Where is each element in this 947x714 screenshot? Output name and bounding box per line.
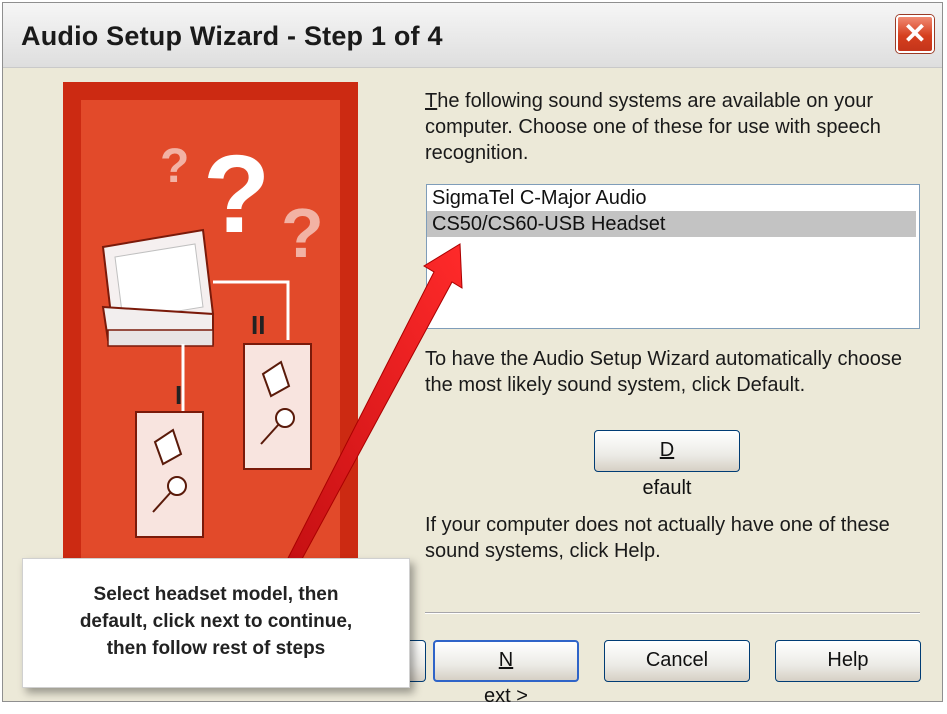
svg-text:I: I bbox=[175, 380, 182, 410]
default-label: efault bbox=[642, 477, 692, 499]
callout-line-3: then follow rest of steps bbox=[106, 638, 326, 659]
title-bar[interactable]: Audio Setup Wizard - Step 1 of 4 ✕ bbox=[3, 3, 942, 68]
sound-system-list[interactable]: SigmaTel C-Major Audio CS50/CS60-USB Hea… bbox=[426, 184, 920, 329]
svg-text:II: II bbox=[251, 310, 265, 340]
next-label: ext > bbox=[484, 685, 528, 707]
default-mnemonic: D bbox=[659, 439, 675, 461]
help-instructions: If your computer does not actually have … bbox=[425, 514, 890, 562]
question-mark-medium-icon: ? bbox=[281, 194, 324, 272]
close-button[interactable]: ✕ bbox=[896, 15, 934, 53]
question-mark-icon: ? bbox=[203, 133, 270, 256]
intro-mnemonic: T bbox=[425, 90, 438, 112]
callout-line-1: Select headset model, then bbox=[93, 584, 339, 605]
list-item-cs50-headset[interactable]: CS50/CS60-USB Headset bbox=[427, 211, 916, 237]
window-title: Audio Setup Wizard - Step 1 of 4 bbox=[21, 21, 443, 51]
next-mnemonic: N bbox=[498, 649, 514, 671]
next-button[interactable]: Next > bbox=[433, 640, 579, 707]
close-icon: ✕ bbox=[903, 18, 927, 49]
instruction-callout: Select headset model, then default, clic… bbox=[22, 558, 410, 688]
cancel-label: Cancel bbox=[645, 649, 709, 671]
separator bbox=[425, 612, 920, 614]
default-instructions: To have the Audio Setup Wizard automatic… bbox=[425, 348, 902, 396]
default-button[interactable]: Default bbox=[594, 430, 740, 499]
cancel-button[interactable]: Cancel bbox=[604, 640, 750, 682]
intro-body: he following sound systems are available… bbox=[425, 90, 881, 164]
help-button[interactable]: Help bbox=[775, 640, 921, 682]
intro-text: The following sound systems are availabl… bbox=[425, 88, 920, 166]
callout-line-2: default, click next to continue, bbox=[79, 611, 353, 632]
help-label: Help bbox=[827, 649, 869, 671]
list-item-sigmatel[interactable]: SigmaTel C-Major Audio bbox=[427, 185, 919, 211]
question-mark-small-icon: ? bbox=[160, 140, 189, 193]
